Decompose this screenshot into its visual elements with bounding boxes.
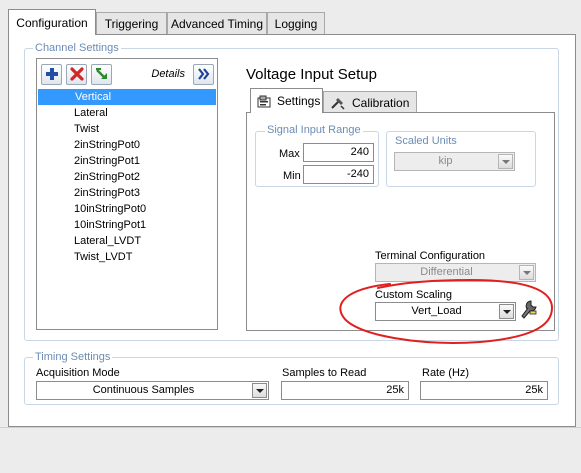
delete-icon (69, 67, 84, 81)
timing-settings-legend: Timing Settings (33, 351, 113, 363)
add-icon (45, 68, 58, 80)
acquisition-mode-value: Continuous Samples (92, 384, 195, 396)
channel-item-vertical[interactable]: Vertical (38, 89, 216, 105)
channel-item-10instringpot0[interactable]: 10inStringPot0 (37, 201, 217, 217)
add-channel-button[interactable] (41, 63, 62, 85)
channel-item-2instringpot0[interactable]: 2inStringPot0 (37, 137, 217, 153)
acquisition-mode-select[interactable]: Continuous Samples (36, 381, 269, 400)
channel-list[interactable]: Details Vertical Lateral Twist 2inString… (36, 58, 218, 330)
tab-configuration[interactable]: Configuration (8, 9, 96, 35)
channel-item-10instringpot1[interactable]: 10inStringPot1 (37, 217, 217, 233)
channel-item-2instringpot1[interactable]: 2inStringPot1 (37, 153, 217, 169)
channel-toolbar: Details (37, 59, 217, 89)
tab-advanced-timing[interactable]: Advanced Timing (167, 12, 267, 34)
samples-to-read-input[interactable]: 25k (281, 381, 409, 400)
tab-triggering[interactable]: Triggering (96, 12, 167, 34)
samples-to-read-label: Samples to Read (282, 367, 367, 379)
delete-channel-button[interactable] (66, 63, 87, 85)
channel-item-lateral[interactable]: Lateral (37, 105, 217, 121)
annotation-circle (339, 278, 554, 344)
rate-input[interactable]: 25k (420, 381, 548, 400)
channel-item-twist[interactable]: Twist (37, 121, 217, 137)
tab-settings[interactable]: Settings (250, 88, 323, 113)
chevron-down-icon (252, 383, 267, 398)
tab-settings-label: Settings (277, 94, 321, 108)
expand-details-icon (197, 68, 209, 80)
channel-settings-legend: Channel Settings (33, 42, 121, 54)
rate-label: Rate (Hz) (422, 367, 470, 379)
expand-details-button[interactable] (193, 63, 214, 85)
tab-logging[interactable]: Logging (267, 12, 325, 34)
channel-item-2instringpot3[interactable]: 2inStringPot3 (37, 185, 217, 201)
channel-item-twist-lvdt[interactable]: Twist_LVDT (37, 249, 217, 265)
details-label: Details (151, 68, 185, 80)
voltage-setup-title: Voltage Input Setup (246, 66, 377, 83)
channel-item-lateral-lvdt[interactable]: Lateral_LVDT (37, 233, 217, 249)
channel-item-2instringpot2[interactable]: 2inStringPot2 (37, 169, 217, 185)
reorder-channel-button[interactable] (91, 63, 112, 85)
reorder-icon (95, 68, 107, 79)
settings-icon (257, 95, 271, 107)
dialog-footer (0, 427, 581, 473)
acquisition-mode-label: Acquisition Mode (36, 367, 120, 379)
